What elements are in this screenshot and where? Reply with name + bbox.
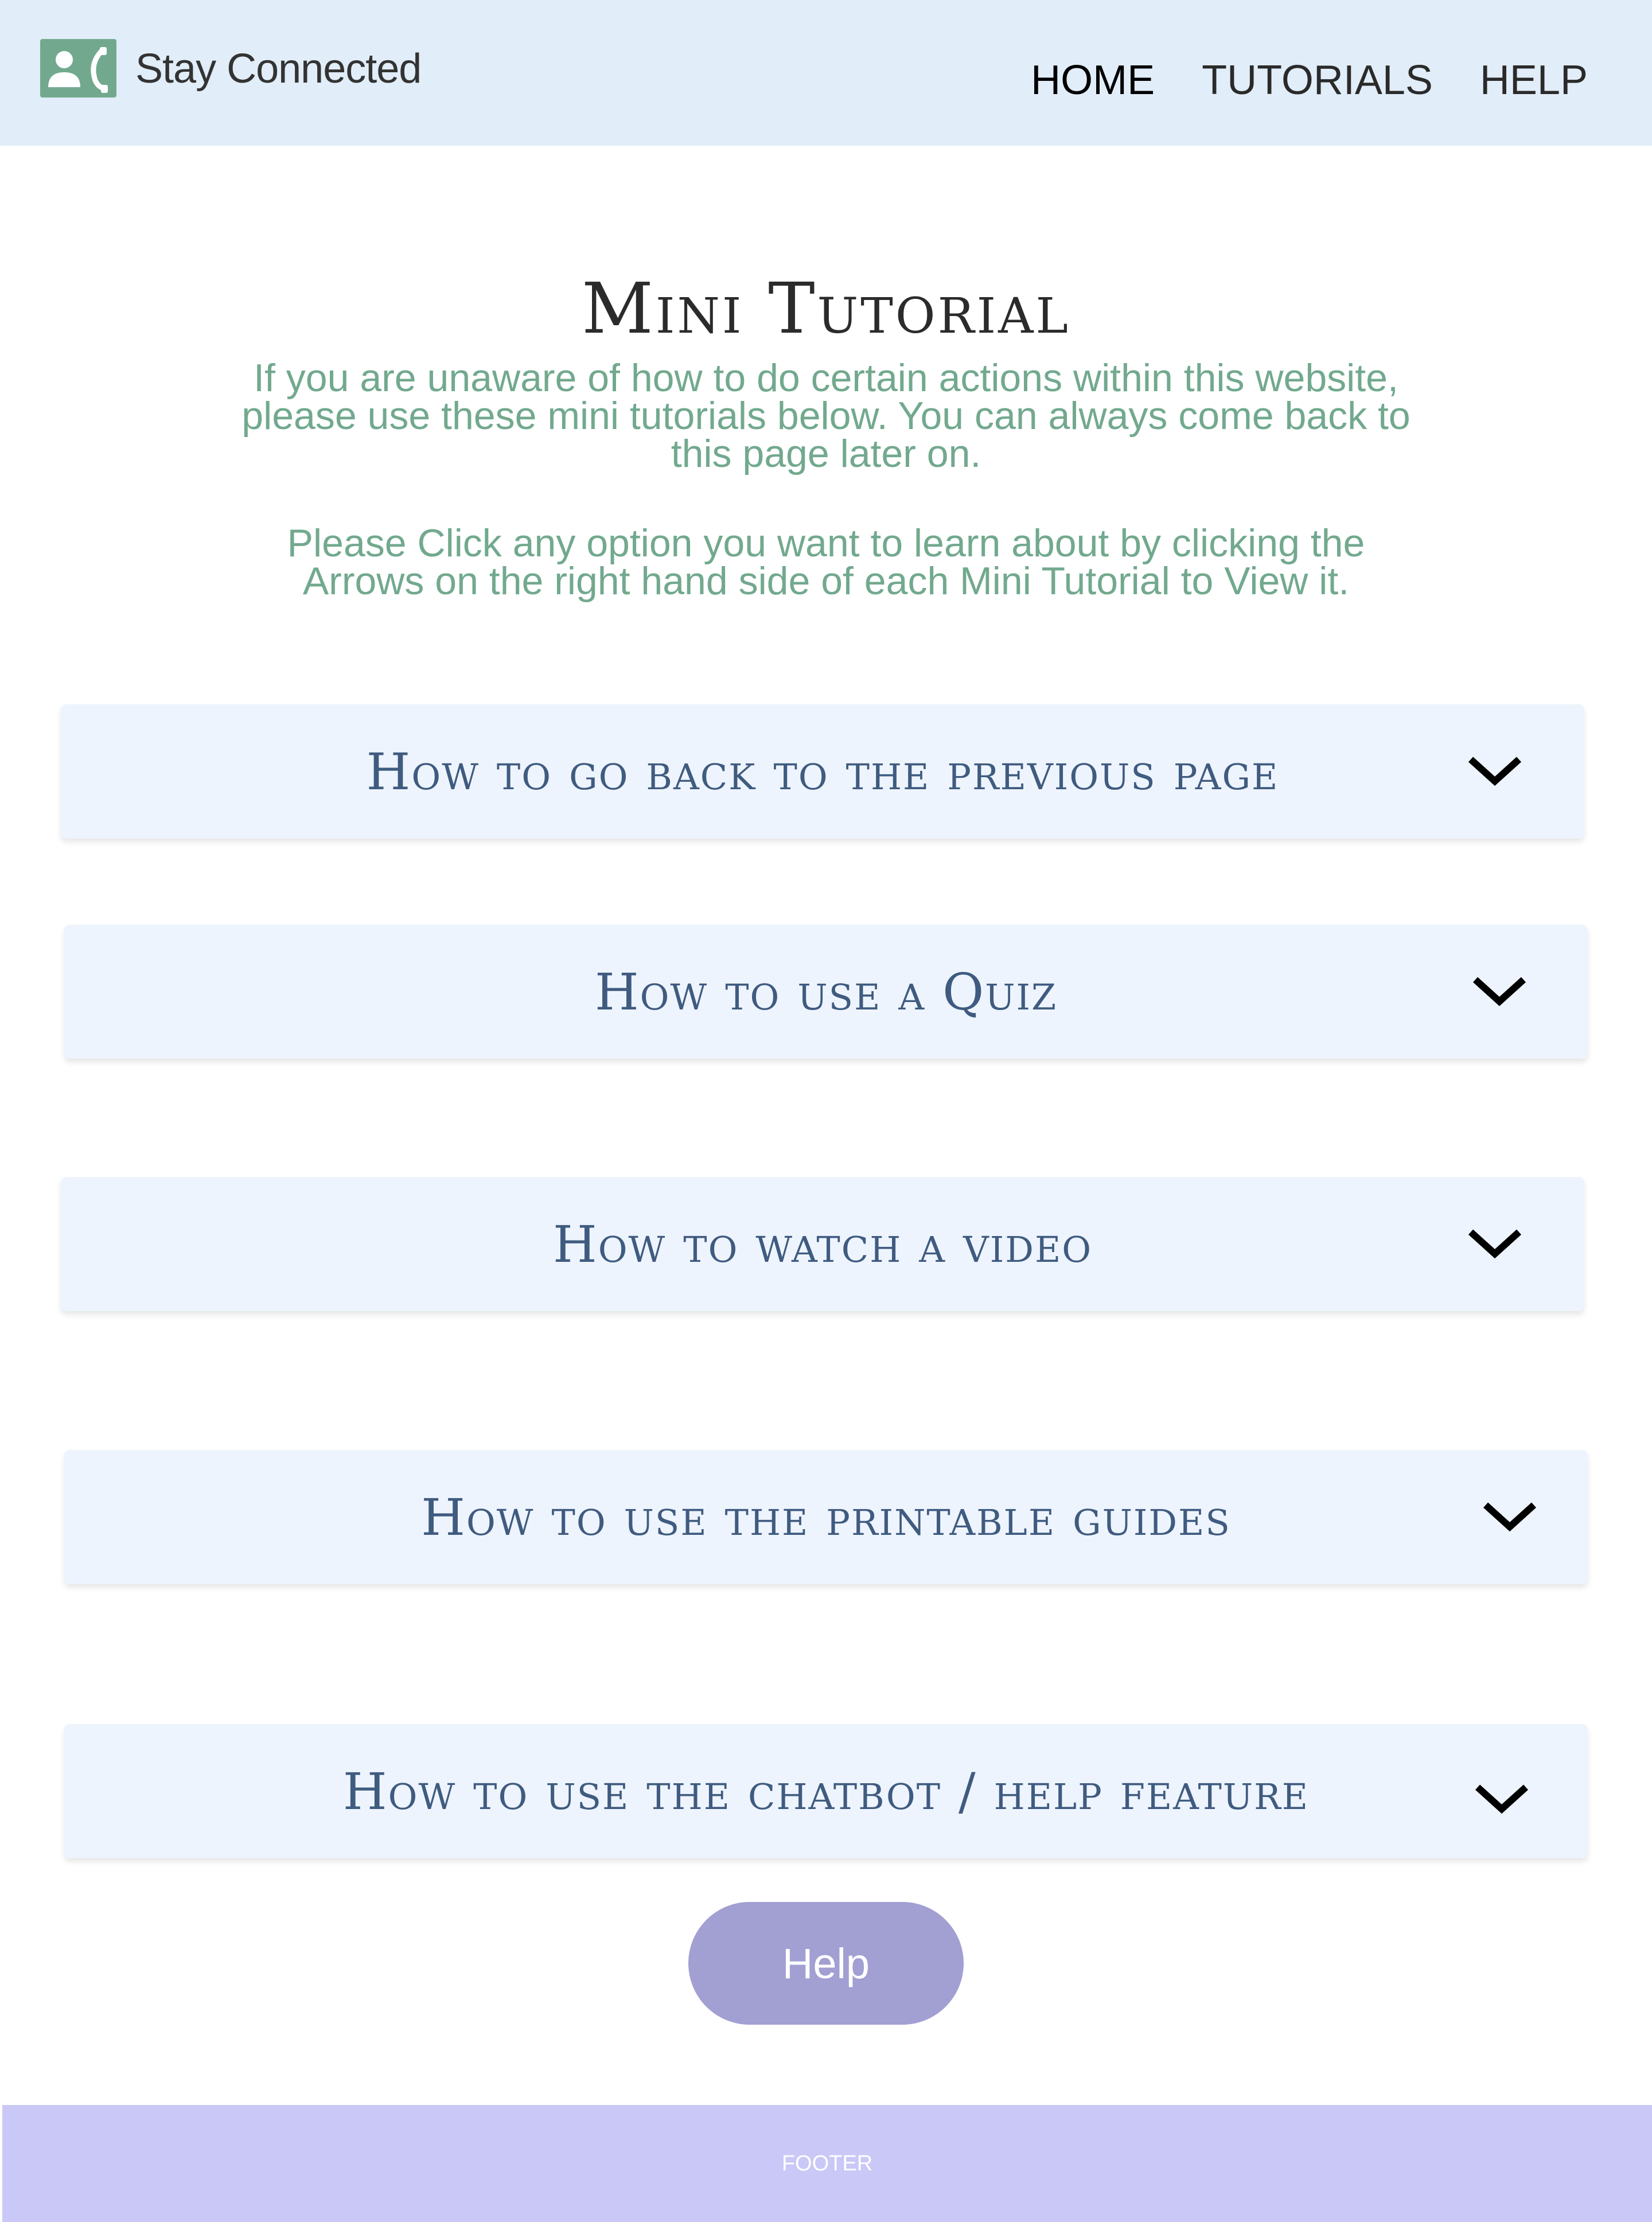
chevron-down-icon[interactable]	[1466, 1218, 1524, 1270]
chevron-down-icon[interactable]	[1473, 1773, 1530, 1825]
tutorial-title: How to use the chatbot / help feature	[342, 1761, 1310, 1821]
tutorial-accordion-printable-guides[interactable]: How to use the printable guides	[64, 1450, 1588, 1584]
page-title: Mini Tutorial	[581, 268, 1071, 349]
tutorial-accordion-video[interactable]: How to watch a video	[61, 1177, 1584, 1311]
intro-paragraph-2: Please Click any option you want to lear…	[287, 521, 1365, 603]
nav-home[interactable]: HOME	[1031, 53, 1155, 108]
contact-phone-icon[interactable]	[40, 39, 116, 98]
chevron-down-icon[interactable]	[1481, 1491, 1538, 1543]
tutorial-title: How to go back to the previous page	[366, 742, 1279, 801]
tutorial-accordion-chatbot-help[interactable]: How to use the chatbot / help feature	[64, 1724, 1588, 1858]
tutorial-title: How to use a Quiz	[594, 962, 1058, 1022]
site-footer: FOOTER	[2, 2105, 1652, 2222]
chevron-down-icon[interactable]	[1466, 746, 1524, 797]
intro-paragraph-1: If you are unaware of how to do certain …	[241, 356, 1411, 475]
help-button[interactable]: Help	[688, 1902, 964, 2025]
tutorial-accordion-quiz[interactable]: How to use a Quiz	[64, 925, 1588, 1059]
footer-label: FOOTER	[781, 2151, 873, 2176]
tutorial-accordion-previous-page[interactable]: How to go back to the previous page	[61, 704, 1584, 839]
tutorial-title: How to use the printable guides	[421, 1487, 1231, 1547]
intro-text: If you are unaware of how to do certain …	[206, 356, 1446, 603]
nav-tutorials[interactable]: TUTORIALS	[1202, 53, 1433, 108]
nav-help[interactable]: HELP	[1480, 53, 1588, 108]
site-header: Stay Connected HOME TUTORIALS HELP	[0, 0, 1652, 146]
main-nav: HOME TUTORIALS HELP	[1031, 53, 1588, 108]
chevron-down-icon[interactable]	[1471, 966, 1528, 1018]
brand-name[interactable]: Stay Connected	[135, 40, 422, 98]
tutorial-title: How to watch a video	[552, 1214, 1093, 1274]
